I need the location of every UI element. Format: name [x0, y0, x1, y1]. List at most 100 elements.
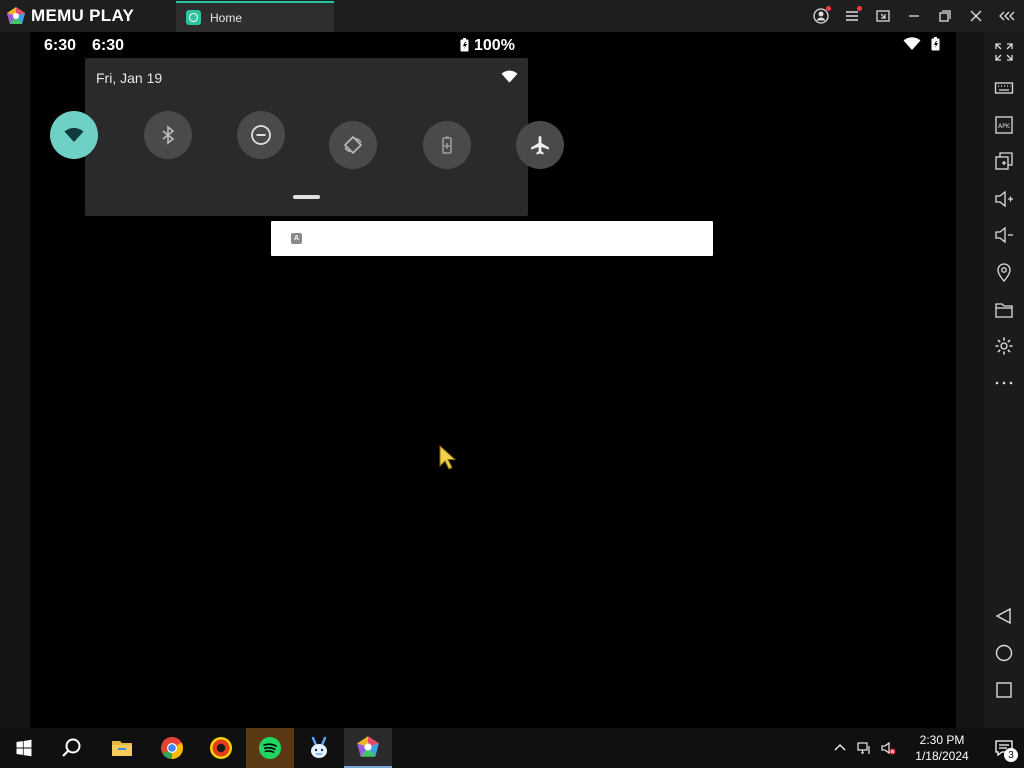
more-button[interactable]: [993, 372, 1015, 394]
volume-muted-icon: [881, 741, 896, 755]
taskbar-clock[interactable]: 2:30 PM 1/18/2024: [900, 732, 984, 764]
qs-wifi-icon: [501, 70, 518, 83]
windows-taskbar: 2:30 PM 1/18/2024 3: [0, 728, 1024, 768]
mini-mode-icon: [876, 10, 890, 22]
close-button[interactable]: [967, 7, 985, 25]
apk-icon: APK: [995, 116, 1013, 134]
search-widget-logo-icon: A: [291, 233, 302, 244]
auto-rotate-icon: [343, 135, 363, 155]
mouse-cursor-icon: [439, 445, 457, 470]
shared-folder-button[interactable]: [993, 299, 1015, 321]
qs-tile-airplane-mode[interactable]: [516, 121, 564, 169]
home-icon: [995, 644, 1013, 662]
menu-button[interactable]: [843, 6, 862, 25]
multi-instance-icon: [995, 152, 1013, 170]
taskbar-memu[interactable]: [344, 728, 392, 768]
clock-date: 1/18/2024: [915, 749, 969, 763]
more-icon: [995, 381, 1013, 385]
volume-up-icon: [995, 190, 1013, 208]
apk-install-button[interactable]: APK: [993, 114, 1015, 136]
taskbar-brave[interactable]: [197, 728, 245, 768]
tray-overflow-button[interactable]: [828, 728, 852, 768]
volume-up-button[interactable]: [993, 188, 1015, 210]
spotify-icon: [259, 737, 281, 759]
memu-gem-icon: [7, 7, 25, 24]
android-back-button[interactable]: [993, 605, 1015, 627]
volume-down-icon: [995, 226, 1013, 244]
airplane-icon: [531, 136, 549, 155]
android-recents-button[interactable]: [993, 679, 1015, 701]
minimize-button[interactable]: [905, 7, 923, 25]
android-screen[interactable]: 6:30 6:30 100% Fri, Jan 19 A: [30, 32, 956, 728]
window-controls: [812, 0, 1016, 32]
search-widget[interactable]: A: [271, 221, 713, 256]
triple-chevron-left-icon: [999, 11, 1015, 21]
memu-window: MEMU PLAY Home 6:30 6:30 100% Fri, Jan 1…: [0, 0, 1024, 768]
tab-home-label: Home: [210, 10, 243, 25]
status-right-icons: [903, 37, 940, 51]
fullscreen-button[interactable]: [993, 41, 1015, 63]
bluetooth-icon: [162, 125, 175, 145]
battery-charging-icon: [460, 38, 469, 52]
location-icon: [997, 263, 1011, 282]
qs-tile-bluetooth[interactable]: [144, 111, 192, 159]
mini-mode-button[interactable]: [874, 7, 892, 25]
system-tray: 2:30 PM 1/18/2024 3: [828, 728, 1024, 768]
notification-count-badge: 3: [1004, 748, 1018, 762]
wifi-status-icon: [903, 37, 921, 50]
memu-logo: MEMU PLAY: [6, 6, 134, 26]
emulator-sidebar: APK: [984, 32, 1024, 728]
collapse-sidebar-button[interactable]: [998, 7, 1016, 25]
status-time-secondary: 6:30: [92, 37, 125, 54]
folder-icon: [995, 303, 1013, 318]
memu-icon: [357, 736, 379, 757]
tab-home[interactable]: Home: [176, 1, 334, 32]
settings-button[interactable]: [993, 335, 1015, 357]
restore-button[interactable]: [936, 7, 954, 25]
recents-icon: [996, 682, 1012, 698]
tray-network-button[interactable]: [852, 728, 876, 768]
network-icon: [857, 742, 870, 754]
action-center-button[interactable]: 3: [984, 728, 1024, 768]
location-button[interactable]: [993, 261, 1015, 283]
qs-expand-handle[interactable]: [293, 195, 320, 199]
qs-tile-do-not-disturb[interactable]: [237, 111, 285, 159]
restore-icon: [939, 10, 951, 22]
taskbar-file-explorer[interactable]: [98, 728, 146, 768]
qs-tile-auto-rotate[interactable]: [329, 121, 377, 169]
taskbar-spotify[interactable]: [246, 728, 294, 768]
close-icon: [970, 10, 982, 22]
volume-down-button[interactable]: [993, 224, 1015, 246]
battery-saver-icon: [442, 136, 452, 154]
multi-instance-button[interactable]: [993, 150, 1015, 172]
do-not-disturb-icon: [251, 125, 271, 145]
emulator-frame: 6:30 6:30 100% Fri, Jan 19 A: [0, 32, 984, 728]
chrome-icon: [161, 737, 183, 759]
minimize-icon: [909, 15, 919, 17]
keyboard-button[interactable]: [993, 77, 1015, 99]
svg-text:APK: APK: [998, 123, 1011, 130]
qs-tile-battery-saver[interactable]: [423, 121, 471, 169]
android-status-bar: 6:30 6:30 100%: [30, 32, 956, 58]
home-tab-icon: [186, 10, 201, 25]
chevron-up-icon: [834, 744, 846, 751]
account-notification-dot: [826, 6, 831, 11]
account-button[interactable]: [812, 6, 831, 25]
wifi-icon: [64, 128, 84, 142]
bunny-app-icon: [311, 736, 327, 758]
back-icon: [995, 607, 1011, 625]
brave-icon: [210, 737, 232, 759]
menu-notification-dot: [857, 6, 862, 11]
tray-volume-button[interactable]: [876, 728, 900, 768]
qs-date: Fri, Jan 19: [96, 70, 163, 86]
taskbar-search-button[interactable]: [48, 728, 96, 768]
settings-icon: [995, 337, 1013, 355]
battery-status-icon: [931, 37, 940, 51]
file-explorer-icon: [112, 741, 132, 756]
taskbar-bunny-app[interactable]: [295, 728, 343, 768]
clock-time: 2:30 PM: [919, 733, 965, 747]
taskbar-chrome[interactable]: [148, 728, 196, 768]
start-button[interactable]: [0, 728, 48, 768]
qs-tile-wifi[interactable]: [50, 111, 98, 159]
android-home-button[interactable]: [993, 642, 1015, 664]
